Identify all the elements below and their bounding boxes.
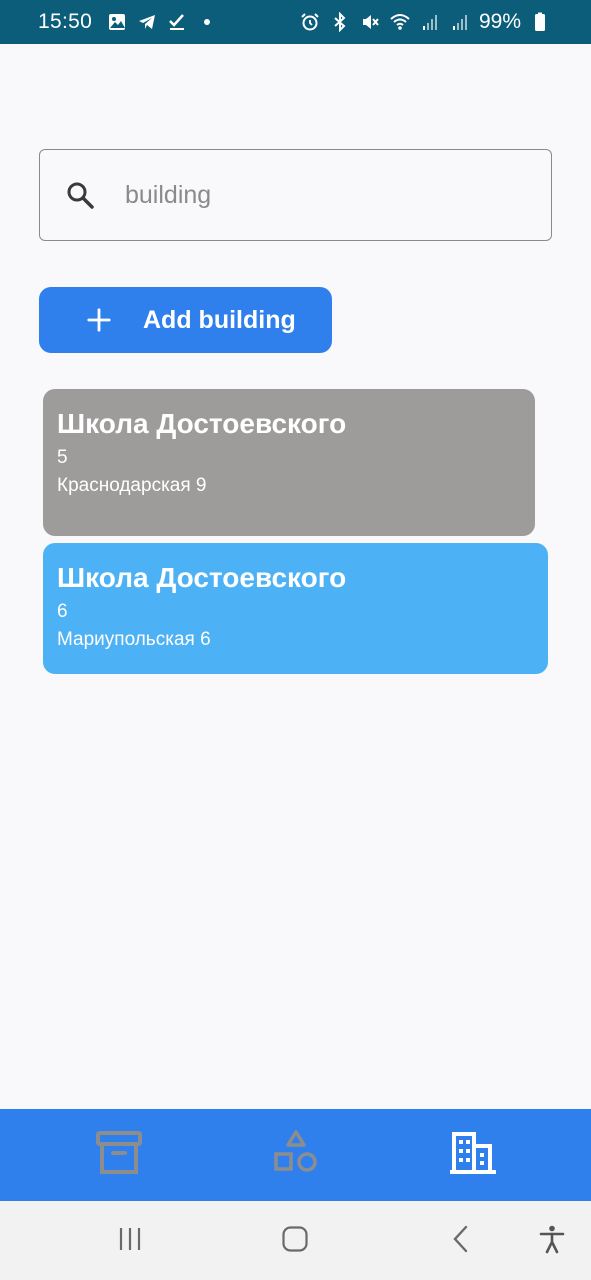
add-building-label: Add building	[143, 305, 296, 334]
archive-icon	[94, 1128, 144, 1183]
building-title: Школа Достоевского	[57, 562, 347, 593]
system-nav-bar	[0, 1201, 591, 1280]
status-left: 15:50	[38, 10, 211, 34]
back-button[interactable]	[442, 1221, 482, 1261]
battery-icon	[529, 11, 551, 33]
building-number: 5	[57, 447, 68, 468]
search-field[interactable]	[39, 149, 552, 241]
status-time: 15:50	[38, 10, 93, 33]
battery-percent: 99%	[478, 10, 521, 33]
nav-archive[interactable]	[89, 1125, 149, 1185]
bluetooth-icon	[329, 11, 351, 33]
gallery-icon	[106, 11, 128, 33]
search-icon	[60, 175, 100, 215]
building-card[interactable]: Школа Достоевского 5 Краснодарская 9	[43, 389, 535, 536]
bottom-nav	[0, 1109, 591, 1201]
add-building-button[interactable]: Add building	[39, 287, 332, 353]
home-icon	[280, 1224, 310, 1259]
telegram-icon	[136, 11, 158, 33]
status-right: 99%	[299, 10, 551, 34]
check-icon	[166, 11, 188, 33]
nav-shapes[interactable]	[266, 1125, 326, 1185]
nav-buildings[interactable]	[443, 1125, 503, 1185]
search-input[interactable]	[125, 180, 505, 210]
signal-icon	[419, 11, 441, 33]
shapes-icon	[271, 1128, 321, 1183]
accessibility-button[interactable]	[532, 1221, 572, 1261]
building-address: Мариупольская 6	[57, 629, 211, 650]
status-bar: 15:50 99%	[0, 0, 591, 44]
signal-icon	[449, 11, 471, 33]
wifi-icon	[389, 11, 411, 33]
mute-icon	[359, 11, 381, 33]
building-card[interactable]: Школа Достоевского 6 Мариупольская 6	[43, 543, 548, 674]
building-title: Школа Достоевского	[57, 408, 347, 439]
recent-apps-icon	[115, 1224, 145, 1259]
building-icon	[448, 1128, 498, 1183]
building-number: 6	[57, 601, 68, 622]
back-icon	[447, 1224, 477, 1259]
notification-dot-icon	[204, 19, 211, 25]
accessibility-icon	[537, 1224, 567, 1259]
plus-icon	[85, 306, 113, 334]
recent-apps-button[interactable]	[110, 1221, 150, 1261]
building-address: Краснодарская 9	[57, 475, 207, 496]
home-button[interactable]	[275, 1221, 315, 1261]
alarm-icon	[299, 11, 321, 33]
